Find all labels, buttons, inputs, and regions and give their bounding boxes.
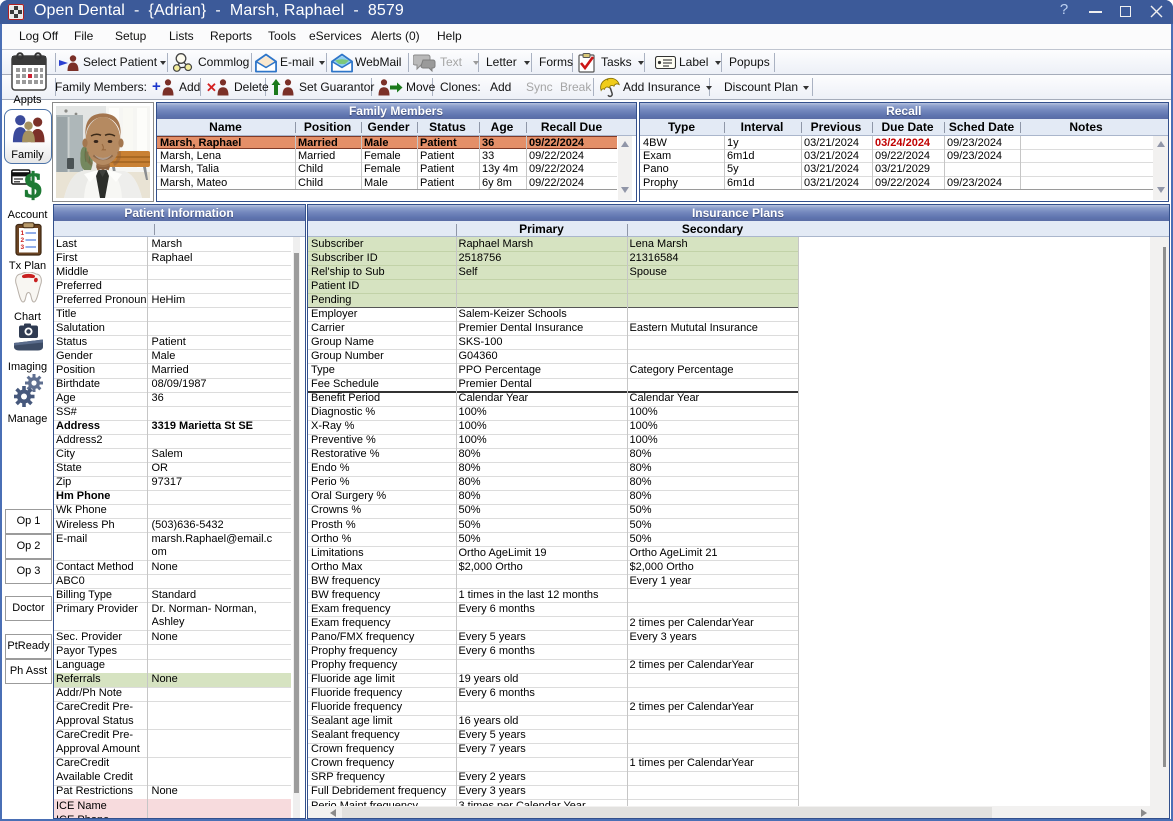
svg-text:1: 1 <box>21 230 25 237</box>
svg-text:3: 3 <box>21 244 25 251</box>
svg-text:$: $ <box>24 169 42 201</box>
svg-text:2: 2 <box>21 237 25 244</box>
